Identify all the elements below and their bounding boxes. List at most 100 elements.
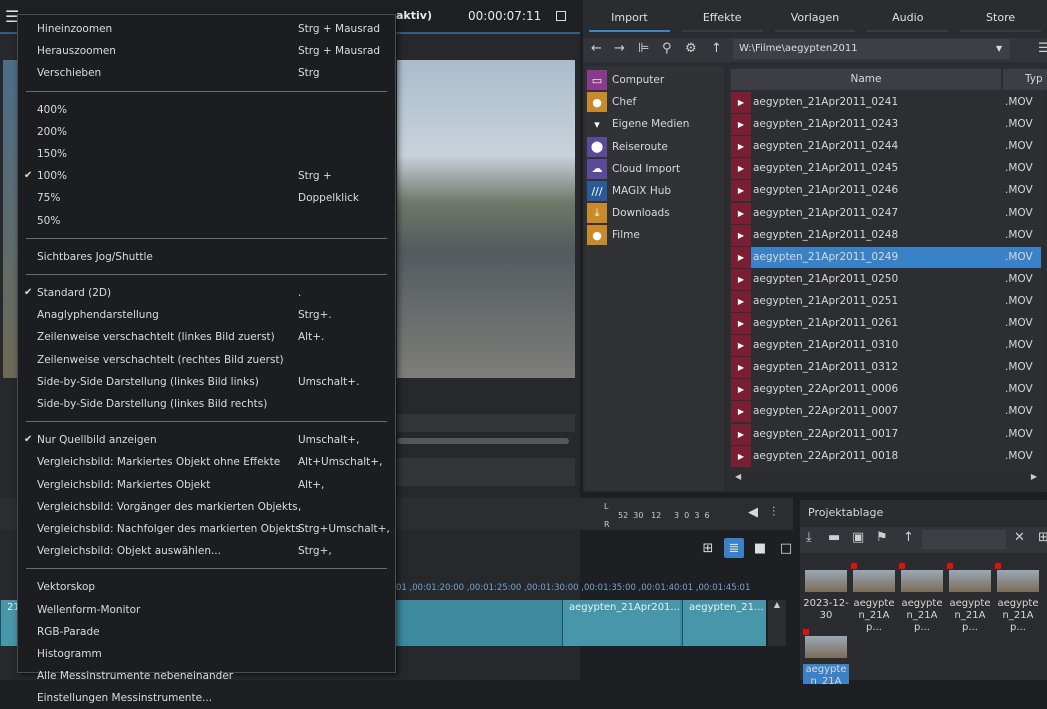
menu-item[interactable]: Histogramm	[18, 643, 395, 665]
file-row[interactable]: ▶ aegypten_21Apr2011_0243 .MOV	[731, 114, 1041, 136]
file-row[interactable]: ▶ aegypten_21Apr2011_0241 .MOV	[731, 92, 1041, 113]
tree-view-icon[interactable]: ⊫	[638, 41, 649, 56]
timeline-ruler[interactable]: 01 ,00:01:20:00 ,00:01:25:00 ,00:01:30:0…	[396, 583, 766, 597]
menu-item[interactable]: Vergleichsbild: Objekt auswählen... Strg+…	[18, 540, 395, 562]
menu-item[interactable]: Hineinzoomen Strg + Mausrad	[18, 18, 395, 40]
save-icon[interactable]: ▣	[852, 530, 864, 545]
location-eigene-medien[interactable]: ▾ Eigene Medien	[587, 114, 689, 134]
up-icon[interactable]: ↑	[903, 530, 914, 545]
file-row[interactable]: ▶ aegypten_21Apr2011_0247 .MOV	[731, 202, 1041, 224]
tab-effekte[interactable]: Effekte	[681, 6, 763, 32]
menu-item[interactable]: Vergleichsbild: Markiertes Objekt ohne E…	[18, 451, 395, 473]
menu-item[interactable]: Vergleichsbild: Nachfolger des markierte…	[18, 518, 395, 540]
file-row[interactable]: ▶ aegypten_21Apr2011_0310 .MOV	[731, 335, 1041, 357]
menu-item[interactable]: 400%	[18, 99, 395, 121]
file-row[interactable]: ▶ aegypten_21Apr2011_0249 .MOV	[731, 246, 1041, 268]
bin-thumbnail[interactable]	[853, 570, 895, 592]
menu-item[interactable]: Herauszoomen Strg + Mausrad	[18, 40, 395, 62]
add-folder-icon[interactable]: ⚑	[876, 530, 888, 545]
path-dropdown[interactable]: W:\Filme\aegypten2011	[733, 39, 1010, 59]
search-icon[interactable]: ⚲	[662, 41, 672, 56]
menu-item[interactable]: 50%	[18, 210, 395, 232]
folder-icon[interactable]: ▬	[828, 530, 840, 545]
multicam-mode-icon[interactable]: ■	[750, 538, 770, 558]
fullscreen-icon[interactable]: □	[776, 538, 796, 558]
file-row[interactable]: ▶ aegypten_21Apr2011_0245 .MOV	[731, 158, 1041, 180]
menu-item[interactable]: Side-by-Side Darstellung (linkes Bild re…	[18, 393, 395, 415]
grid-view-icon[interactable]: ⊞	[1038, 530, 1047, 545]
chevron-down-icon[interactable]: ▼	[996, 39, 1002, 59]
bin-thumbnail[interactable]	[901, 570, 943, 592]
file-row[interactable]: ▶ aegypten_22Apr2011_0007 .MOV	[731, 401, 1041, 423]
location-filme[interactable]: ● Filme	[587, 225, 640, 246]
menu-item[interactable]: Anaglyphendarstellung Strg+.	[18, 304, 395, 326]
tab-store[interactable]: Store	[960, 6, 1041, 32]
view-options-icon[interactable]: ☰	[1038, 41, 1047, 56]
menu-item[interactable]: Vektorskop	[18, 576, 395, 598]
import-icon[interactable]: ⤓	[806, 530, 812, 545]
file-row[interactable]: ▶ aegypten_21Apr2011_0246 .MOV	[731, 180, 1041, 202]
timeline-mode-icon[interactable]: ≣	[724, 538, 744, 558]
menu-item[interactable]: Wellenform-Monitor	[18, 599, 395, 621]
file-row[interactable]: ▶ aegypten_21Apr2011_0261 .MOV	[731, 313, 1041, 334]
menu-item[interactable]: Einstellungen Messinstrumente...	[18, 687, 395, 709]
menu-item[interactable]: 150%	[18, 143, 395, 165]
menu-item[interactable]: 200%	[18, 121, 395, 143]
tab-vorlagen[interactable]: Vorlagen	[774, 6, 856, 32]
menu-item[interactable]: Zeilenweise verschachtelt (rechtes Bild …	[18, 349, 395, 371]
location-magix-hub[interactable]: /// MAGIX Hub	[587, 181, 671, 201]
tab-audio[interactable]: Audio	[867, 6, 949, 32]
file-row[interactable]: ▶ aegypten_21Apr2011_0248 .MOV	[731, 224, 1041, 246]
file-row[interactable]: ▶ aegypten_21Apr2011_0250 .MOV	[731, 268, 1041, 290]
gear-icon[interactable]: ⚙	[685, 41, 697, 56]
mixer-icon[interactable]: ⫶	[772, 505, 775, 520]
timeline-scrollbar[interactable]: ▲	[768, 600, 786, 646]
column-header-type[interactable]: Typ	[1003, 69, 1047, 90]
project-bin-search-input[interactable]	[922, 530, 1006, 549]
menu-item[interactable]: Vergleichsbild: Markiertes Objekt Alt+,	[18, 474, 395, 496]
file-row[interactable]: ▶ aegypten_22Apr2011_0006 .MOV	[731, 379, 1041, 401]
horizontal-scrollbar[interactable]: ◀ ▶	[731, 472, 1043, 486]
maximize-icon[interactable]	[556, 11, 566, 21]
bin-thumbnail[interactable]	[805, 570, 847, 592]
menu-item[interactable]: Zeilenweise verschachtelt (linkes Bild z…	[18, 326, 395, 348]
menu-item[interactable]: 75%	[18, 187, 395, 209]
menu-item[interactable]: Alle Messinstrumente nebeneinander	[18, 665, 395, 687]
timeline-clip[interactable]: aegypten_21Apr201...	[562, 600, 680, 646]
menu-item-label: 200%	[37, 125, 68, 138]
location-computer[interactable]: ▭ Computer	[587, 70, 664, 90]
menu-item[interactable]: RGB-Parade	[18, 621, 395, 643]
bin-thumbnail[interactable]	[997, 570, 1039, 592]
location-cloud-import[interactable]: ☁ Cloud Import	[587, 158, 680, 179]
menu-item[interactable]: Vergleichsbild: Vorgänger des markierten…	[18, 496, 395, 518]
menu-item[interactable]: Sichtbares Jog/Shuttle	[18, 246, 395, 268]
forward-icon[interactable]: →	[614, 41, 625, 56]
position-slider[interactable]	[397, 438, 569, 444]
up-icon[interactable]: ↑	[711, 41, 722, 56]
file-row[interactable]: ▶ aegypten_22Apr2011_0018 .MOV	[731, 445, 1041, 467]
back-icon[interactable]: ←	[591, 41, 602, 56]
bin-thumbnail[interactable]	[805, 636, 847, 658]
menu-item[interactable]: ✔ Nur Quellbild anzeigen Umschalt+,	[18, 429, 395, 451]
file-row[interactable]: ▶ aegypten_22Apr2011_0017 .MOV	[731, 423, 1041, 445]
timeline-clip[interactable]: 21A	[0, 600, 18, 646]
timeline-clip[interactable]: aegypten_21...	[682, 600, 766, 646]
menu-item[interactable]: Verschieben Strg	[18, 62, 395, 84]
location-chef[interactable]: ● Chef	[587, 92, 636, 113]
jog-shuttle[interactable]	[397, 414, 575, 432]
view-context-menu: Hineinzoomen Strg + Mausrad Herauszoomen St…	[17, 14, 396, 704]
file-row[interactable]: ▶ aegypten_21Apr2011_0251 .MOV	[731, 290, 1041, 312]
tab-import[interactable]: Import	[589, 6, 670, 32]
column-header-name[interactable]: Name	[731, 69, 1001, 90]
speaker-icon[interactable]: ◀	[748, 505, 758, 520]
bin-thumbnail[interactable]	[949, 570, 991, 592]
file-row[interactable]: ▶ aegypten_21Apr2011_0312 .MOV	[731, 357, 1041, 379]
menu-item[interactable]: Side-by-Side Darstellung (linkes Bild li…	[18, 371, 395, 393]
menu-item[interactable]: ✔ 100% Strg + Doppelklick	[18, 165, 395, 204]
menu-item[interactable]: ✔ Standard (2D).	[18, 282, 395, 304]
close-icon[interactable]: ✕	[1014, 530, 1025, 545]
storyboard-mode-icon[interactable]: ⊞	[698, 538, 718, 558]
file-row[interactable]: ▶ aegypten_21Apr2011_0244 .MOV	[731, 136, 1041, 158]
location-reiseroute[interactable]: ⬤ Reiseroute	[587, 136, 668, 157]
location-downloads[interactable]: ⤓ Downloads	[587, 203, 670, 224]
